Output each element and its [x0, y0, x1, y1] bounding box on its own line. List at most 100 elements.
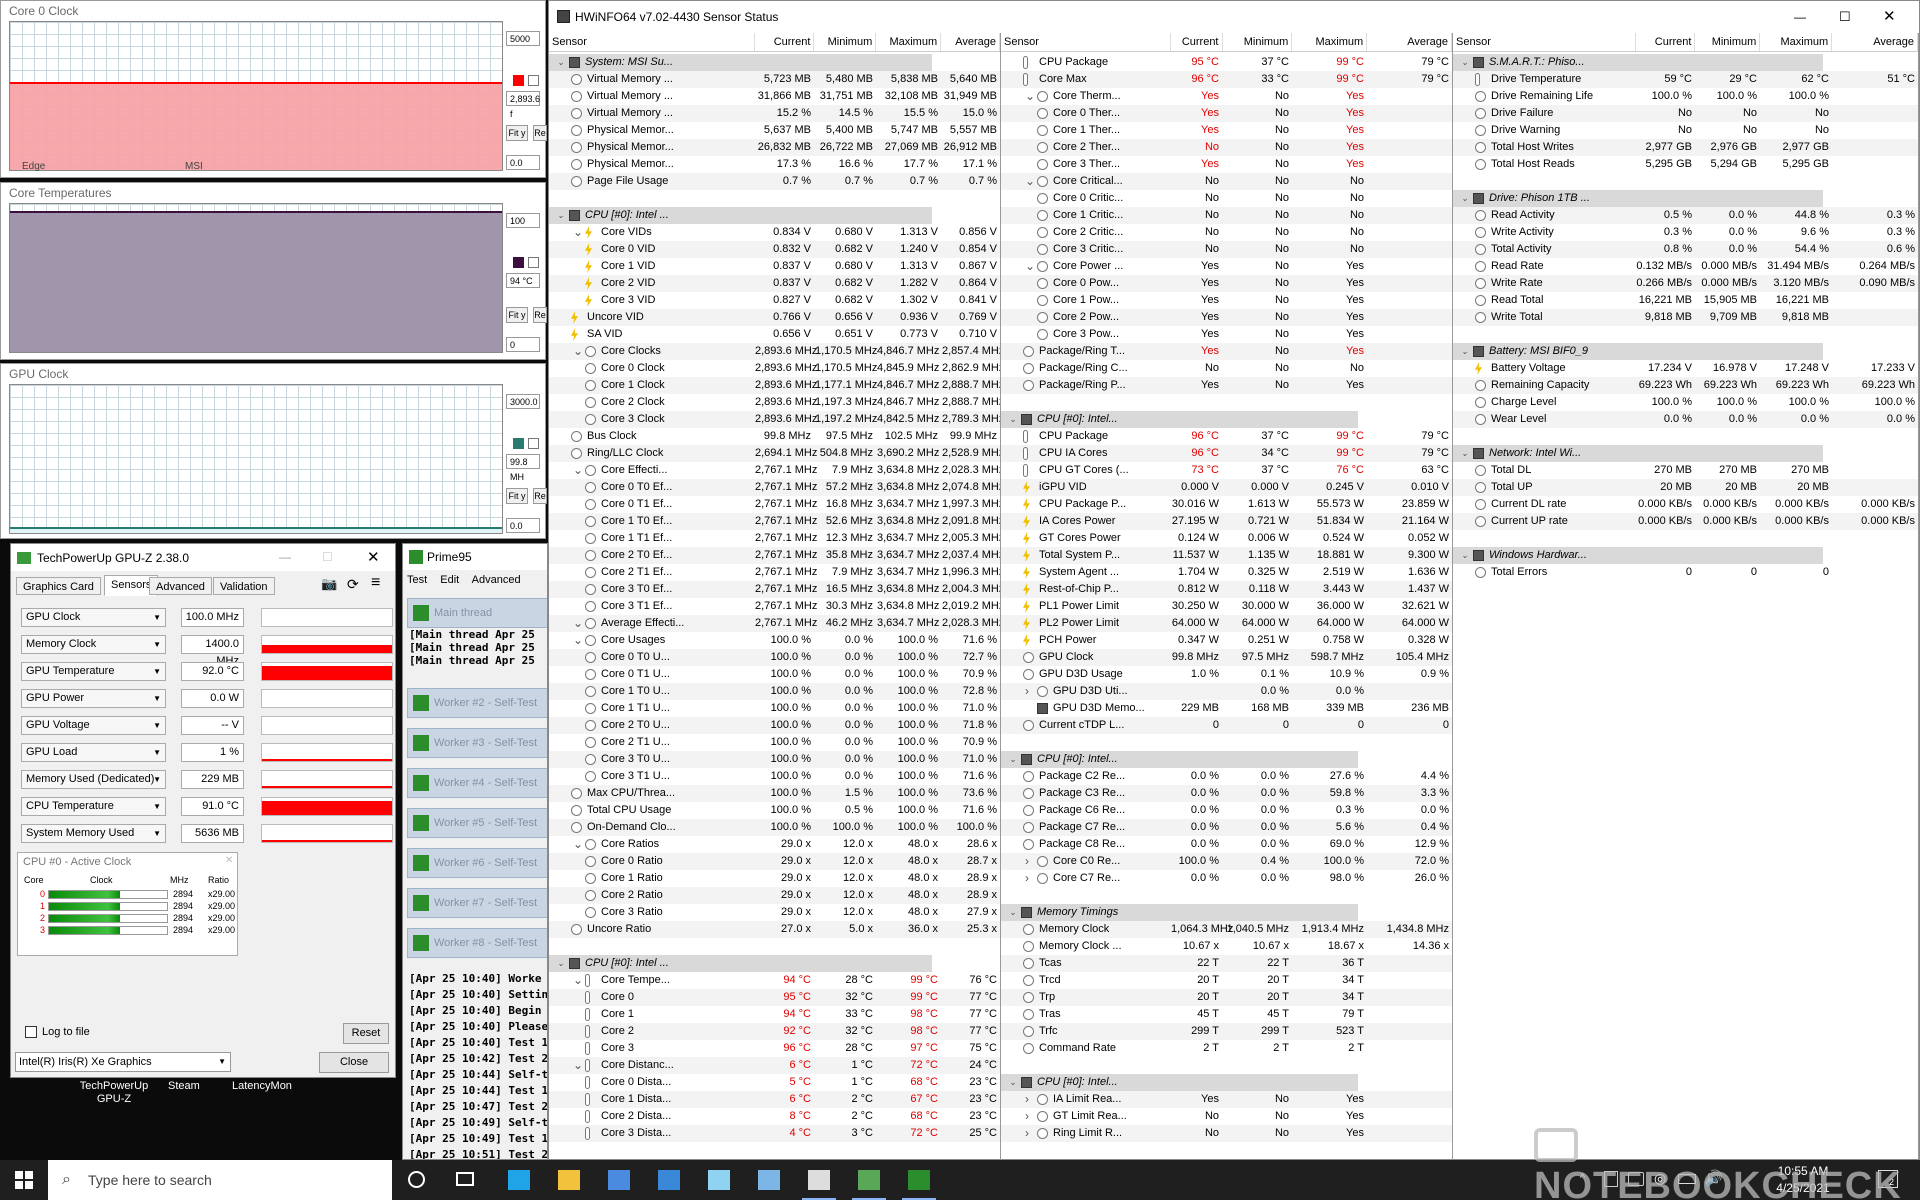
- sensor-row[interactable]: IA Cores Power 27.195 W 0.721 W 51.834 W 21.…: [1001, 513, 1452, 530]
- desktop-icon-gpuz[interactable]: TechPowerUp GPU-Z: [70, 1080, 158, 1106]
- explorer-icon[interactable]: [558, 1170, 580, 1190]
- sensor-row[interactable]: › Core C0 Re... 100.0 % 0.4 % 100.0 % 72.0 %: [1001, 853, 1452, 870]
- sensor-row[interactable]: ⌄ Average Effecti... 2,767.1 MHz 46.2 MHz 3,…: [549, 615, 1000, 632]
- sensor-row[interactable]: Core 1 Ther... Yes No Yes: [1001, 122, 1452, 139]
- sensor-select[interactable]: Memory Clock ▼: [21, 635, 166, 654]
- sensor-row[interactable]: Max CPU/Threa... 100.0 % 1.5 % 100.0 % 73.6 …: [549, 785, 1000, 802]
- reset-graph-button[interactable]: Re: [533, 488, 547, 504]
- fit-y-button[interactable]: Fit y: [506, 488, 528, 504]
- sensor-row[interactable]: Core 3 Dista... 4 °C 3 °C 72 °C 25 °C: [549, 1125, 1000, 1142]
- sensor-row[interactable]: Core 0 Ther... Yes No Yes: [1001, 105, 1452, 122]
- sensor-row[interactable]: ⌄ Core Power ... Yes No Yes: [1001, 258, 1452, 275]
- sensor-row[interactable]: Read Total 16,221 MB 15,905 MB 16,221 MB: [1453, 292, 1918, 309]
- sensor-row[interactable]: Charge Level 100.0 % 100.0 % 100.0 % 100.0 %: [1453, 394, 1918, 411]
- sensor-row[interactable]: Ring/LLC Clock 2,694.1 MHz 504.8 MHz 3,690.…: [549, 445, 1000, 462]
- sensor-row[interactable]: ⌄ Core Critical... No No No: [1001, 173, 1452, 190]
- header-sensor[interactable]: Sensor: [1453, 33, 1636, 51]
- prime95-icon[interactable]: [908, 1170, 930, 1190]
- menu-test[interactable]: Test: [407, 574, 427, 586]
- search-box[interactable]: ⌕ Type here to search: [48, 1160, 392, 1200]
- chevron-down-icon[interactable]: ⌄: [573, 343, 583, 360]
- close-icon[interactable]: ✕: [225, 855, 233, 866]
- prime95-worker-tab[interactable]: Worker #6 - Self-Test: [407, 848, 547, 878]
- sensor-select[interactable]: GPU Power ▼: [21, 689, 166, 708]
- sensor-row[interactable]: SA VID 0.656 V 0.651 V 0.773 V 0.710 V: [549, 326, 1000, 343]
- sensor-row[interactable]: Physical Memor... 26,832 MB 26,722 MB 27,06…: [549, 139, 1000, 156]
- sensor-row[interactable]: GT Cores Power 0.124 W 0.006 W 0.524 W 0.052…: [1001, 530, 1452, 547]
- reset-graph-button[interactable]: Re: [533, 307, 547, 323]
- graph-color-swatch-alt[interactable]: [528, 257, 539, 268]
- sensor-row[interactable]: Drive Temperature 59 °C 29 °C 62 °C 51 °C: [1453, 71, 1918, 88]
- header-minimum[interactable]: Minimum: [814, 33, 877, 51]
- hwinfo-icon[interactable]: [808, 1170, 830, 1190]
- chevron-down-icon[interactable]: ⌄: [557, 207, 565, 224]
- chevron-down-icon[interactable]: ⌄: [1009, 1074, 1017, 1091]
- sensor-row[interactable]: Core 3 Pow... Yes No Yes: [1001, 326, 1452, 343]
- graph-color-swatch[interactable]: [513, 438, 524, 449]
- sensor-select[interactable]: CPU Temperature ▼: [21, 797, 166, 816]
- sensor-group-header[interactable]: ⌄ Windows Hardwar...: [1453, 547, 1823, 564]
- chevron-down-icon[interactable]: ⌄: [573, 632, 583, 649]
- chevron-down-icon[interactable]: ⌄: [1009, 904, 1017, 921]
- store-icon[interactable]: [608, 1170, 630, 1190]
- chevron-down-icon[interactable]: ⌄: [1461, 445, 1469, 462]
- sensor-row[interactable]: Core 3 T1 U... 100.0 % 0.0 % 100.0 % 71.6 %: [549, 768, 1000, 785]
- sensor-row[interactable]: Uncore VID 0.766 V 0.656 V 0.936 V 0.769 V: [549, 309, 1000, 326]
- sensor-group-header[interactable]: ⌄ CPU [#0]: Intel ...: [549, 955, 932, 972]
- chevron-down-icon[interactable]: ⌄: [573, 462, 583, 479]
- header-average[interactable]: Average: [1832, 33, 1918, 51]
- camera-icon[interactable]: 📷: [321, 576, 337, 592]
- sensor-row[interactable]: CPU GT Cores (... 73 °C 37 °C 76 °C 63 °C: [1001, 462, 1452, 479]
- sensor-row[interactable]: Core 3 Ther... Yes No Yes: [1001, 156, 1452, 173]
- sensor-row[interactable]: Read Activity 0.5 % 0.0 % 44.8 % 0.3 %: [1453, 207, 1918, 224]
- sensor-row[interactable]: ⌄ Core Distanc... 6 °C 1 °C 72 °C 24 °C: [549, 1057, 1000, 1074]
- sensor-row[interactable]: Core 0 Ratio 29.0 x 12.0 x 48.0 x 28.7 x: [549, 853, 1000, 870]
- chevron-down-icon[interactable]: ⌄: [573, 1057, 583, 1074]
- sensor-row[interactable]: Core 0 VID 0.832 V 0.682 V 1.240 V 0.854 V: [549, 241, 1000, 258]
- sensor-row[interactable]: Drive Remaining Life 100.0 % 100.0 % 100.0 …: [1453, 88, 1918, 105]
- graph-color-swatch-alt[interactable]: [528, 75, 539, 86]
- sensor-row[interactable]: GPU D3D Usage 1.0 % 0.1 % 10.9 % 0.9 %: [1001, 666, 1452, 683]
- sensor-row[interactable]: Physical Memor... 5,637 MB 5,400 MB 5,747 M…: [549, 122, 1000, 139]
- sensor-row[interactable]: Core 0 T1 Ef... 2,767.1 MHz 16.8 MHz 3,634.…: [549, 496, 1000, 513]
- sensor-row[interactable]: › IA Limit Rea... Yes No Yes: [1001, 1091, 1452, 1108]
- sensor-row[interactable]: CPU IA Cores 96 °C 34 °C 99 °C 79 °C: [1001, 445, 1452, 462]
- menu-edit[interactable]: Edit: [440, 574, 459, 586]
- sensor-row[interactable]: Uncore Ratio 27.0 x 5.0 x 36.0 x 25.3 x: [549, 921, 1000, 938]
- sensor-row[interactable]: System Agent ... 1.704 W 0.325 W 2.519 W 1.6…: [1001, 564, 1452, 581]
- chevron-right-icon[interactable]: ›: [1025, 853, 1029, 870]
- sensor-row[interactable]: Core 0 Pow... Yes No Yes: [1001, 275, 1452, 292]
- sensor-row[interactable]: Core 0 Clock 2,893.6 MHz 1,170.5 MHz 4,845.…: [549, 360, 1000, 377]
- sensor-row[interactable]: Page File Usage 0.7 % 0.7 % 0.7 % 0.7 %: [549, 173, 1000, 190]
- sensor-row[interactable]: Package C2 Re... 0.0 % 0.0 % 27.6 % 4.4 %: [1001, 768, 1452, 785]
- sensor-row[interactable]: ⌄ Core Tempe... 94 °C 28 °C 99 °C 76 °C: [549, 972, 1000, 989]
- sensor-row[interactable]: Core 2 Clock 2,893.6 MHz 1,197.3 MHz 4,846.…: [549, 394, 1000, 411]
- sensor-select[interactable]: Memory Used (Dedicated) ▼: [21, 770, 166, 789]
- sensor-group-header[interactable]: ⌄ CPU [#0]: Intel ...: [549, 207, 932, 224]
- chevron-down-icon[interactable]: ⌄: [1009, 411, 1017, 428]
- header-current[interactable]: Current: [1171, 33, 1223, 51]
- minimize-icon[interactable]: —: [1794, 1, 1806, 33]
- sensor-row[interactable]: Package C6 Re... 0.0 % 0.0 % 0.3 % 0.0 %: [1001, 802, 1452, 819]
- sensor-group-header[interactable]: ⌄ Battery: MSI BIF0_9: [1453, 343, 1823, 360]
- sensor-row[interactable]: Total DL 270 MB 270 MB 270 MB: [1453, 462, 1918, 479]
- sensor-row[interactable]: Core 1 T1 Ef... 2,767.1 MHz 12.3 MHz 3,634.…: [549, 530, 1000, 547]
- sensor-row[interactable]: Command Rate 2 T 2 T 2 T: [1001, 1040, 1452, 1057]
- maximize-icon[interactable]: ☐: [322, 550, 333, 564]
- fit-y-button[interactable]: Fit y: [506, 125, 528, 141]
- sensor-row[interactable]: Current UP rate 0.000 KB/s 0.000 KB/s 0.000…: [1453, 513, 1918, 530]
- sensor-row[interactable]: Core 1 Ratio 29.0 x 12.0 x 48.0 x 28.9 x: [549, 870, 1000, 887]
- sensor-row[interactable]: Physical Memor... 17.3 % 16.6 % 17.7 % 17.1 …: [549, 156, 1000, 173]
- menu-advanced[interactable]: Advanced: [472, 574, 521, 586]
- chevron-right-icon[interactable]: ›: [1025, 1125, 1029, 1142]
- gpuz-icon[interactable]: [858, 1170, 880, 1190]
- sensor-row[interactable]: › GPU D3D Uti... 0.0 % 0.0 %: [1001, 683, 1452, 700]
- sensor-row[interactable]: GPU Clock 99.8 MHz 97.5 MHz 598.7 MHz 105.4 …: [1001, 649, 1452, 666]
- sensor-row[interactable]: Core 1 Critic... No No No: [1001, 207, 1452, 224]
- gpuz-tab-graphics-card[interactable]: Graphics Card: [16, 577, 101, 595]
- sensor-row[interactable]: Core 3 Ratio 29.0 x 12.0 x 48.0 x 27.9 x: [549, 904, 1000, 921]
- header-current[interactable]: Current: [1636, 33, 1696, 51]
- graph-color-swatch[interactable]: [513, 257, 524, 268]
- prime95-worker-tab[interactable]: Worker #4 - Self-Test: [407, 768, 547, 798]
- sensor-row[interactable]: Core 3 T1 Ef... 2,767.1 MHz 30.3 MHz 3,634.…: [549, 598, 1000, 615]
